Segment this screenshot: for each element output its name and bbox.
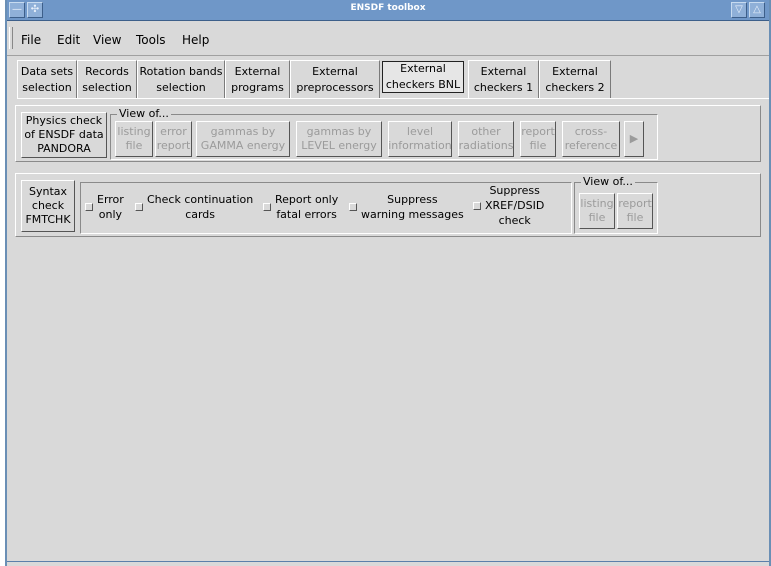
tab-divider: [17, 98, 769, 99]
pandora-panel: Physics check of ENSDF data PANDORA View…: [15, 105, 761, 162]
tab-external-checkers-2[interactable]: External checkers 2: [539, 60, 611, 98]
suppress-warning-messages-box[interactable]: [349, 203, 357, 211]
check-continuation-cards-checkbox[interactable]: Check continuation cards: [135, 192, 253, 222]
menu-bar: File Edit View Tools Help: [7, 21, 769, 56]
pandora-view-gammas-by-level-energy[interactable]: gammas by LEVEL energy: [296, 121, 382, 157]
fmtchk-view-group: View of... listing file report file: [574, 175, 658, 234]
menu-tools[interactable]: Tools: [136, 33, 166, 47]
menu-grip-handle[interactable]: [9, 27, 13, 49]
report-only-fatal-errors-box[interactable]: [263, 203, 271, 211]
tab-external-preprocessors[interactable]: External preprocessors: [290, 60, 380, 98]
pandora-view-cross-reference[interactable]: cross- reference: [562, 121, 620, 157]
pandora-view-gammas-by-gamma-energy[interactable]: gammas by GAMMA energy: [196, 121, 290, 157]
pandora-view-group: View of... listing file error report gam…: [110, 107, 658, 160]
title-bar[interactable]: — ✣ ENSDF toolbox ▽ △: [7, 0, 769, 21]
fmtchk-view-title: View of...: [581, 175, 635, 188]
suppress-warning-messages-label: Suppress warning messages: [361, 193, 464, 221]
report-only-fatal-errors-label: Report only fatal errors: [275, 193, 339, 221]
menu-edit[interactable]: Edit: [57, 33, 80, 47]
pandora-run-button[interactable]: Physics check of ENSDF data PANDORA: [21, 112, 107, 158]
tab-data-sets-selection[interactable]: Data sets selection: [17, 60, 77, 98]
fmtchk-panel: Syntax check FMTCHK Error only Check con…: [15, 173, 761, 237]
fmtchk-options-group: Error only Check continuation cards Repo…: [80, 182, 572, 234]
pandora-view-report-file[interactable]: report file: [520, 121, 556, 157]
tab-external-programs[interactable]: External programs: [225, 60, 290, 98]
tab-rotation-bands-selection[interactable]: Rotation bands selection: [137, 60, 225, 98]
error-only-label: Error only: [97, 193, 124, 221]
suppress-xref-dsid-check-checkbox[interactable]: Suppress XREF/DSID check: [473, 183, 544, 228]
menu-view[interactable]: View: [93, 33, 121, 47]
suppress-warning-messages-checkbox[interactable]: Suppress warning messages: [349, 192, 464, 222]
pandora-view-level-information[interactable]: level information: [388, 121, 452, 157]
check-continuation-cards-box[interactable]: [135, 203, 143, 211]
pandora-view-listing-file[interactable]: listing file: [115, 121, 153, 157]
minimize-icon[interactable]: ▽: [731, 2, 747, 18]
report-only-fatal-errors-checkbox[interactable]: Report only fatal errors: [263, 192, 338, 222]
menu-file[interactable]: File: [21, 33, 41, 47]
window-bottom-border: [7, 561, 769, 562]
tab-records-selection[interactable]: Records selection: [77, 60, 137, 98]
suppress-xref-dsid-check-label: Suppress XREF/DSID check: [485, 184, 545, 227]
scroll-right-arrow-icon[interactable]: ▶: [624, 121, 644, 157]
fmtchk-run-button[interactable]: Syntax check FMTCHK: [21, 180, 75, 232]
suppress-xref-dsid-check-box[interactable]: [473, 201, 481, 210]
error-only-box[interactable]: [85, 203, 93, 211]
menu-help[interactable]: Help: [182, 33, 209, 47]
pandora-view-other-radiations[interactable]: other radiations: [458, 121, 514, 157]
tab-external-checkers-1[interactable]: External checkers 1: [468, 60, 539, 98]
ensdf-toolbox-window: — ✣ ENSDF toolbox ▽ △ File Edit View Too…: [5, 0, 771, 566]
window-title: ENSDF toolbox: [350, 3, 426, 13]
check-continuation-cards-label: Check continuation cards: [147, 193, 254, 221]
maximize-icon[interactable]: △: [749, 2, 765, 18]
fmtchk-view-listing-file[interactable]: listing file: [579, 193, 615, 229]
fmtchk-view-report-file[interactable]: report file: [617, 193, 653, 229]
error-only-checkbox[interactable]: Error only: [85, 192, 124, 222]
tab-external-checkers-bnl[interactable]: External checkers BNL: [382, 61, 464, 93]
pandora-view-error-report[interactable]: error report: [155, 121, 192, 157]
pandora-view-title: View of...: [117, 107, 171, 120]
